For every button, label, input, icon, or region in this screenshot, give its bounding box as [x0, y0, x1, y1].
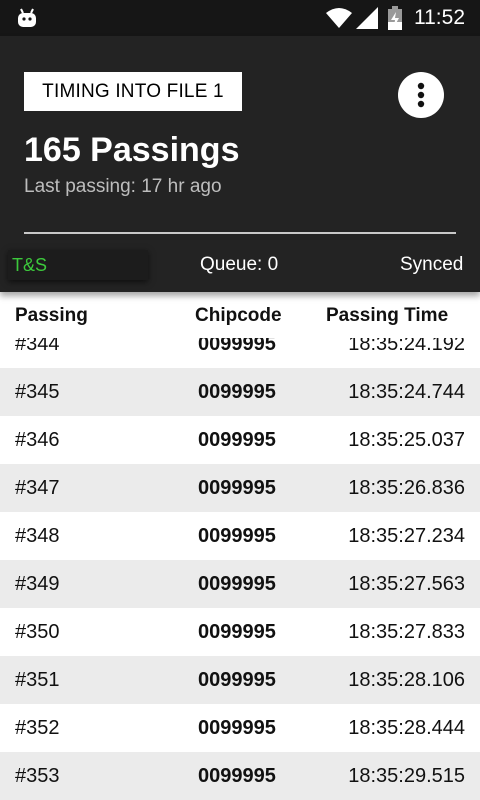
passing-number: #346: [15, 429, 60, 451]
passing-time: 18:35:28.106: [348, 669, 465, 691]
passing-number: #350: [15, 621, 60, 643]
chipcode: 0099995: [198, 669, 276, 691]
chipcode: 0099995: [198, 525, 276, 547]
queue-status: Queue: 0: [200, 254, 279, 275]
column-header-passing-time: Passing Time: [326, 305, 449, 326]
column-header-passing: Passing: [15, 305, 88, 326]
file-badge[interactable]: TIMING INTO FILE 1: [24, 72, 242, 111]
passing-number: #345: [15, 381, 60, 403]
table-row[interactable]: #347 0099995 18:35:26.836: [0, 464, 480, 512]
passing-number: #352: [15, 717, 60, 739]
table-row[interactable]: #353 0099995 18:35:29.515: [0, 752, 480, 800]
status-bar: 11:52: [0, 0, 480, 36]
passing-time: 18:35:27.833: [348, 621, 465, 643]
chipcode: 0099995: [198, 621, 276, 643]
passing-time: 18:35:26.836: [348, 477, 465, 499]
table-row[interactable]: #346 0099995 18:35:25.037: [0, 416, 480, 464]
passings-list[interactable]: #344 0099995 18:35:24.192 #345 0099995 1…: [0, 320, 480, 800]
divider: [24, 232, 456, 234]
table-header: Passing Chipcode Passing Time: [0, 292, 480, 338]
clock: 11:52: [414, 6, 465, 29]
last-passing-text: Last passing: 17 hr ago: [24, 176, 222, 197]
header: TIMING INTO FILE 1 165 Passings Last pas…: [0, 36, 480, 292]
chipcode: 0099995: [198, 381, 276, 403]
signal-icon: [356, 7, 378, 29]
passing-time: 18:35:24.744: [348, 381, 465, 403]
passing-number: #349: [15, 573, 60, 595]
table-row[interactable]: #348 0099995 18:35:27.234: [0, 512, 480, 560]
tab-ts[interactable]: T&S: [8, 250, 148, 280]
table-row[interactable]: #351 0099995 18:35:28.106: [0, 656, 480, 704]
table-row[interactable]: #350 0099995 18:35:27.833: [0, 608, 480, 656]
passing-time: 18:35:28.444: [348, 717, 465, 739]
table-row[interactable]: #349 0099995 18:35:27.563: [0, 560, 480, 608]
battery-charging-icon: [388, 6, 402, 30]
passing-number: #348: [15, 525, 60, 547]
sync-status: Synced: [400, 254, 464, 275]
passing-time: 18:35:29.515: [348, 765, 465, 787]
passing-number: #353: [15, 765, 60, 787]
wifi-icon: [326, 8, 352, 28]
passing-number: #347: [15, 477, 60, 499]
table-row[interactable]: #345 0099995 18:35:24.744: [0, 368, 480, 416]
passing-time: 18:35:25.037: [348, 429, 465, 451]
passing-time: 18:35:27.234: [348, 525, 465, 547]
chipcode: 0099995: [198, 477, 276, 499]
passings-count: 165 Passings: [24, 131, 240, 169]
chipcode: 0099995: [198, 573, 276, 595]
table-row[interactable]: #352 0099995 18:35:28.444: [0, 704, 480, 752]
passing-time: 18:35:27.563: [348, 573, 465, 595]
column-header-chipcode: Chipcode: [195, 305, 282, 326]
chipcode: 0099995: [198, 717, 276, 739]
chipcode: 0099995: [198, 765, 276, 787]
more-vert-icon: [417, 82, 425, 108]
chipcode: 0099995: [198, 429, 276, 451]
overflow-menu-button[interactable]: [398, 72, 444, 118]
passing-number: #351: [15, 669, 60, 691]
android-icon: [18, 8, 36, 27]
